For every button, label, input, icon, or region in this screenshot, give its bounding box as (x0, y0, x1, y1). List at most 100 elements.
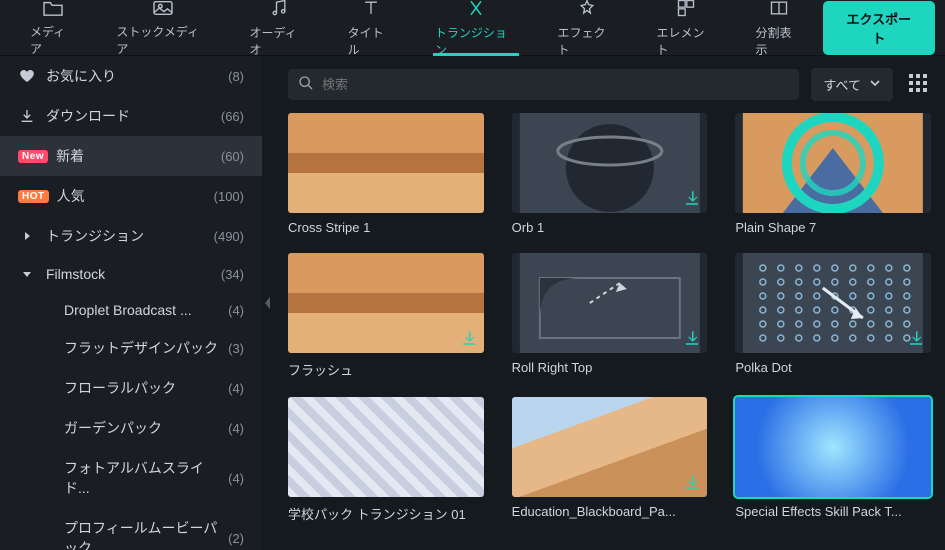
transition-card[interactable]: フラッシュ (288, 253, 484, 379)
sidebar-subitem[interactable]: Droplet Broadcast ...(4) (0, 292, 262, 328)
sidebar-item-count: (60) (221, 149, 244, 164)
sidebar-item-count: (4) (228, 381, 244, 396)
filter-label: すべて (823, 75, 861, 94)
caret-right-icon (18, 231, 36, 241)
caret-down-icon (18, 269, 36, 279)
element-icon (676, 0, 696, 24)
sidebar-item-label: ダウンロード (46, 106, 221, 126)
nav-audio[interactable]: オーディオ (229, 0, 327, 56)
sidebar-item-label: Filmstock (46, 266, 221, 282)
transition-icon (466, 0, 486, 24)
sidebar-subitem[interactable]: フラットデザインパック(3) (0, 328, 262, 368)
title-icon (361, 0, 381, 24)
download-icon (907, 329, 925, 347)
sidebar-item[interactable]: New新着(60) (0, 136, 262, 176)
nav-split[interactable]: 分割表示 (735, 0, 822, 56)
audio-icon (269, 0, 289, 24)
download-icon (683, 189, 701, 207)
sidebar-item-label: トランジション (46, 226, 214, 246)
filter-dropdown[interactable]: すべて (811, 68, 893, 101)
sidebar-item-count: (34) (221, 267, 244, 282)
sidebar-subitem[interactable]: フォトアルバムスライド...(4) (0, 448, 262, 508)
nav-label: トランジション (435, 24, 518, 58)
sidebar-item[interactable]: HOT 人気(100) (0, 176, 262, 216)
thumbnail (288, 253, 484, 353)
sidebar-item[interactable]: お気に入り(8) (0, 56, 262, 96)
toolbar: すべて (274, 56, 945, 113)
sidebar-item[interactable]: トランジション(490) (0, 216, 262, 256)
thumbnail (512, 113, 708, 213)
nav-effect[interactable]: エフェクト (537, 0, 636, 56)
transition-card[interactable]: Special Effects Skill Pack T... (735, 397, 931, 523)
sidebar-item-label: ガーデンパック (64, 418, 228, 438)
export-button[interactable]: エクスポート (823, 1, 935, 55)
search-input[interactable] (322, 77, 789, 92)
card-title: フラッシュ (288, 360, 484, 379)
sidebar-item-count: (490) (214, 229, 244, 244)
transition-card[interactable]: Roll Right Top (512, 253, 708, 379)
sidebar-item[interactable]: ダウンロード(66) (0, 96, 262, 136)
effect-icon (577, 0, 597, 24)
transition-card[interactable]: Education_Blackboard_Pa... (512, 397, 708, 523)
panel-resize-handle[interactable] (262, 56, 274, 550)
download-icon (683, 329, 701, 347)
sidebar-item-label: プロフィールムービーパック (64, 518, 228, 550)
thumbnail (512, 397, 708, 497)
transition-card[interactable]: Polka Dot (735, 253, 931, 379)
thumbnail (735, 253, 931, 353)
nav-label: エレメント (656, 24, 715, 58)
nav-element[interactable]: エレメント (636, 0, 735, 56)
thumbnail (735, 113, 931, 213)
top-navbar: メディア ストックメディア オーディオ タイトル トランジションエフェクトエレメント 分割… (0, 0, 945, 56)
sidebar-item-count: (4) (228, 421, 244, 436)
nav-stock[interactable]: ストックメディア (96, 0, 229, 56)
search-icon (298, 75, 314, 94)
sidebar-item-label: フラットデザインパック (64, 338, 228, 358)
sidebar-item-count: (8) (228, 69, 244, 84)
nav-transition[interactable]: トランジション (415, 0, 538, 56)
card-title: Cross Stripe 1 (288, 220, 484, 235)
nav-label: タイトル (348, 24, 395, 58)
sidebar-item-label: フローラルパック (64, 378, 228, 398)
nav-label: メディア (30, 23, 76, 57)
sidebar-subitem[interactable]: フローラルパック(4) (0, 368, 262, 408)
download-icon (460, 329, 478, 347)
transition-card[interactable]: Orb 1 (512, 113, 708, 235)
sidebar-item-label: Droplet Broadcast ... (64, 302, 228, 318)
badge-new: New (18, 150, 48, 163)
card-title: Orb 1 (512, 220, 708, 235)
card-title: Education_Blackboard_Pa... (512, 504, 708, 519)
download-icon (683, 473, 701, 491)
stock-icon (152, 0, 174, 23)
card-title: Special Effects Skill Pack T... (735, 504, 931, 519)
sidebar-item-label: 人気 (57, 186, 214, 206)
transition-card[interactable]: Cross Stripe 1 (288, 113, 484, 235)
transition-card[interactable]: Plain Shape 7 (735, 113, 931, 235)
sidebar-item-label: お気に入り (46, 66, 228, 86)
card-title: Roll Right Top (512, 360, 708, 375)
sidebar-subitem[interactable]: ガーデンパック(4) (0, 408, 262, 448)
split-icon (769, 0, 789, 24)
grid-view-button[interactable] (905, 70, 931, 99)
sidebar-item[interactable]: Filmstock(34) (0, 256, 262, 292)
nav-title[interactable]: タイトル (328, 0, 415, 56)
download-icon (18, 108, 36, 124)
nav-label: オーディオ (249, 24, 307, 58)
sidebar-subitem[interactable]: プロフィールムービーパック(2) (0, 508, 262, 550)
nav-label: ストックメディア (116, 23, 209, 57)
nav-label: 分割表示 (755, 24, 802, 58)
transition-card[interactable]: 学校パック トランジション 01 (288, 397, 484, 523)
heart-icon (18, 68, 36, 84)
chevron-down-icon (869, 77, 881, 92)
thumbnail (288, 113, 484, 213)
card-title: Plain Shape 7 (735, 220, 931, 235)
search-box[interactable] (288, 69, 799, 100)
sidebar-item-count: (4) (228, 471, 244, 486)
transition-grid: Cross Stripe 1 Orb 1 Plain Shape 7 フラッシュ Rol… (274, 113, 945, 550)
sidebar-item-count: (2) (228, 531, 244, 546)
nav-media[interactable]: メディア (10, 0, 96, 56)
sidebar-item-count: (100) (214, 189, 244, 204)
card-title: 学校パック トランジション 01 (288, 504, 484, 523)
sidebar: お気に入り(8)ダウンロード(66)New新着(60)HOT人気(100)トラン… (0, 56, 262, 550)
badge-hot: HOT (18, 190, 49, 203)
